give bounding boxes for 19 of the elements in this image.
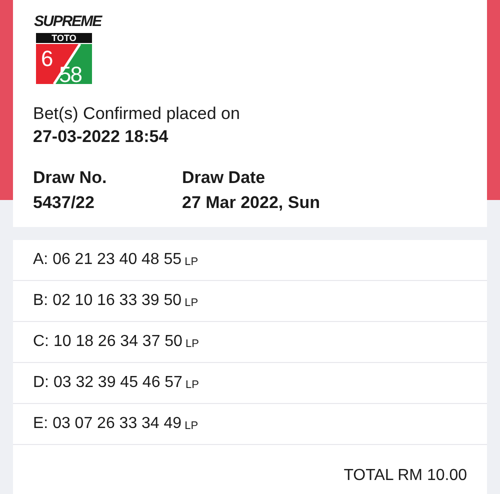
bet-type: LP — [184, 420, 198, 432]
bet-type: LP — [184, 256, 198, 268]
brand-logo: SUPREME — [33, 12, 104, 31]
draw-label: Draw No. — [33, 168, 108, 188]
bet-type: LP — [184, 296, 198, 308]
total-amount: TOTAL RM 10.00 — [344, 467, 467, 485]
game-label: TOTO — [36, 33, 92, 43]
bet-type: LP — [185, 338, 199, 350]
draw-label: Draw Date — [182, 168, 266, 188]
bet-numbers: E: 03 07 26 33 34 49 — [33, 415, 182, 433]
confirmation-label: Bet(s) Confirmed placed on — [33, 104, 241, 124]
bet-type: LP — [185, 378, 199, 390]
bet-numbers: B: 02 10 16 33 39 50 — [33, 292, 182, 310]
confirmation-datetime: 27-03-2022 18:54 — [33, 127, 170, 147]
bet-numbers: D: 03 32 39 45 46 57 — [33, 374, 182, 392]
draw-value: 27 Mar 2022, Sun — [182, 193, 321, 213]
bet-numbers: C: 10 18 26 34 37 50 — [33, 333, 182, 351]
draw-value: 5437/22 — [33, 193, 96, 213]
bet-numbers: A: 06 21 23 40 48 55 — [33, 251, 182, 269]
